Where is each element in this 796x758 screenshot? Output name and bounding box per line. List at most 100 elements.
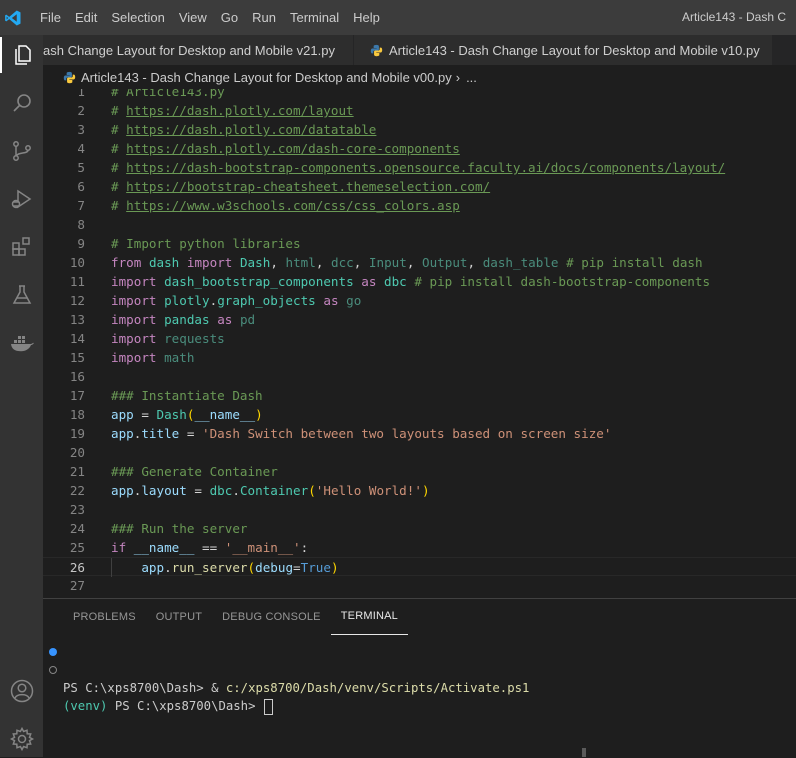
code-line: 7 # https://www.w3schools.com/css/css_col… (43, 196, 796, 215)
tab-label: ash Change Layout for Desktop and Mobile… (43, 42, 335, 58)
code-text: ### Run the server (111, 519, 247, 538)
line-number: 5 (77, 160, 85, 175)
breadcrumb-more[interactable]: ... (466, 70, 477, 85)
code-line: 10 from dash import Dash, html, dcc, Inpu… (43, 253, 796, 272)
menu-help[interactable]: Help (346, 0, 387, 35)
line-number: 18 (69, 407, 85, 422)
code-token: Input (368, 255, 407, 270)
line-number: 13 (69, 312, 85, 327)
terminal-command: c:/xps8700/Dash/venv/Scripts/Activate.ps… (225, 681, 530, 695)
line-number: 8 (77, 217, 85, 232)
docker-icon[interactable] (0, 325, 43, 361)
terminal[interactable]: PS C:\xps8700\Dash> & c:/xps8700/Dash/ve… (43, 643, 796, 715)
code-text: ### Instantiate Dash (111, 386, 263, 405)
editor-tabs: ash Change Layout for Desktop and Mobile… (43, 35, 796, 65)
code-token: ) (255, 407, 263, 422)
python-file-icon (63, 71, 76, 84)
menu-file[interactable]: File (33, 0, 68, 35)
tab-debug-console[interactable]: DEBUG CONSOLE (212, 599, 331, 635)
tab-v10[interactable]: Article143 - Dash Change Layout for Desk… (354, 35, 773, 65)
tab-problems[interactable]: PROBLEMS (63, 599, 146, 635)
testing-flask-icon[interactable] (0, 277, 43, 313)
chevron-right-icon: › (455, 69, 461, 85)
code-line: 4 # https://dash.plotly.com/dash-core-com… (43, 139, 796, 158)
code-line: 23 (43, 500, 796, 519)
source-control-icon[interactable] (0, 133, 43, 169)
tab-output[interactable]: OUTPUT (146, 599, 212, 635)
code-text: app.run_server(debug=True) (111, 558, 338, 577)
settings-gear-icon[interactable] (0, 721, 43, 757)
code-token: . (232, 483, 240, 498)
code-token: app (111, 407, 134, 422)
line-number: 27 (69, 578, 85, 593)
code-token: as (323, 293, 339, 308)
extensions-icon[interactable] (0, 229, 43, 265)
code-token: import (111, 350, 157, 365)
code-token: ) (421, 483, 430, 498)
code-token: # pip install dash-bootstrap-components (406, 274, 711, 289)
code-line: 19 app.title = 'Dash Switch between two l… (43, 424, 796, 443)
code-token: html (285, 255, 316, 270)
code-token: dbc (209, 483, 233, 498)
line-number: 20 (69, 445, 85, 460)
breadcrumb-file[interactable]: Article143 - Dash Change Layout for Desk… (81, 70, 452, 85)
code-line: 14 import requests (43, 329, 796, 348)
command-pending-dot-icon[interactable] (49, 666, 57, 674)
explorer-icon[interactable] (0, 37, 43, 73)
command-success-dot-icon[interactable] (49, 648, 57, 656)
code-token: # (111, 198, 127, 213)
line-number: 14 (69, 331, 85, 346)
menu-go[interactable]: Go (214, 0, 245, 35)
breadcrumb: Article143 - Dash Change Layout for Desk… (43, 65, 796, 89)
menu-selection[interactable]: Selection (104, 0, 171, 35)
line-number: 6 (77, 179, 85, 194)
line-number: 17 (69, 388, 85, 403)
code-text: # https://dash-bootstrap-components.open… (111, 158, 725, 177)
code-token: # Article143.py (111, 89, 225, 99)
code-token: run_server (171, 560, 248, 575)
code-editor[interactable]: 1 # Article143.py 2 # https://dash.plotly.c… (43, 89, 796, 597)
tab-v21[interactable]: ash Change Layout for Desktop and Mobile… (43, 35, 354, 65)
search-icon[interactable] (0, 85, 43, 121)
code-token: , (353, 255, 369, 270)
code-token: https://dash.plotly.com/datatable (126, 122, 377, 137)
line-number: 12 (69, 293, 85, 308)
menu-edit[interactable]: Edit (68, 0, 104, 35)
code-token: if (111, 540, 127, 555)
account-icon[interactable] (0, 673, 43, 709)
menu-view[interactable]: View (172, 0, 214, 35)
tab-terminal[interactable]: TERMINAL (330, 599, 408, 635)
code-token: import (111, 274, 157, 289)
code-token: Dash (156, 407, 187, 422)
code-token: # (111, 179, 127, 194)
code-token: ( (308, 483, 316, 498)
code-token: ### Instantiate Dash (111, 388, 263, 403)
code-line: 21 ### Generate Container (43, 462, 796, 481)
code-text: # https://dash.plotly.com/layout (111, 101, 354, 120)
menu-run[interactable]: Run (245, 0, 283, 35)
code-line: 26 app.run_server(debug=True) (43, 557, 796, 577)
code-line: 9 # Import python libraries (43, 234, 796, 253)
code-token: graph_objects (217, 293, 316, 308)
code-token: https://bootstrap-cheatsheet.themeselect… (126, 179, 491, 194)
code-text: # https://www.w3schools.com/css/css_colo… (111, 196, 460, 215)
panel-scrollbar[interactable] (582, 748, 586, 757)
line-number: 22 (69, 483, 85, 498)
code-token: https://www.w3schools.com/css/css_colors… (126, 198, 460, 213)
code-token: dash_bootstrap_components (164, 274, 354, 289)
menu-terminal[interactable]: Terminal (283, 0, 346, 35)
code-line: 15 import math (43, 348, 796, 367)
run-debug-icon[interactable] (0, 181, 43, 217)
code-line: 2 # https://dash.plotly.com/layout (43, 101, 796, 120)
code-text: from dash import Dash, html, dcc, Input,… (111, 253, 703, 272)
code-token: __name__ (133, 540, 195, 555)
code-token: dash (148, 255, 180, 270)
code-line: 5 # https://dash-bootstrap-components.ope… (43, 158, 796, 177)
code-token: import (186, 255, 233, 270)
